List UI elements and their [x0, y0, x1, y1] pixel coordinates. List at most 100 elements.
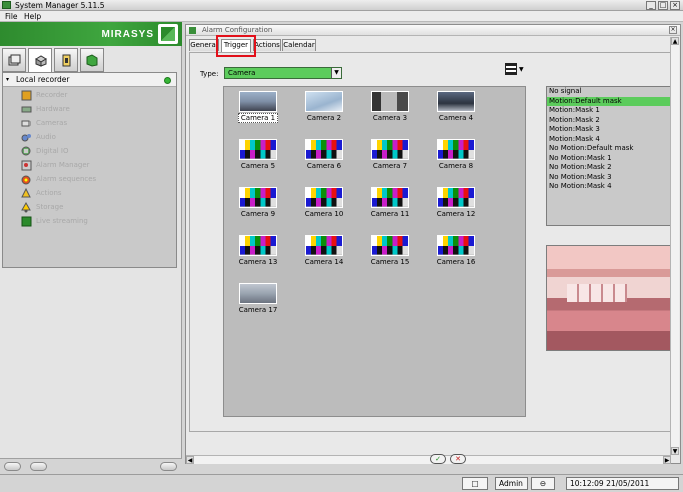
list-item[interactable]: Motion:Mask 3 — [547, 125, 670, 135]
digital-io-icon — [21, 146, 31, 156]
list-item[interactable]: Motion:Default mask — [547, 96, 670, 106]
camera-tile-14[interactable]: Camera 14 — [293, 233, 353, 279]
camera-thumbnail — [239, 187, 277, 208]
tree-item-cameras[interactable]: Cameras — [21, 117, 171, 130]
remove-button[interactable] — [30, 462, 47, 471]
list-item[interactable]: No Motion:Mask 4 — [547, 182, 670, 192]
camera-tile-15[interactable]: Camera 15 — [359, 233, 419, 279]
camera-icon — [21, 120, 31, 127]
camera-thumbnail — [239, 91, 277, 112]
camera-tile-9[interactable]: Camera 9 — [227, 185, 287, 231]
add-button[interactable] — [4, 462, 21, 471]
camera-tile-12[interactable]: Camera 12 — [425, 185, 485, 231]
tree-item-hardware[interactable]: Hardware — [21, 103, 171, 116]
camera-thumbnail — [239, 283, 277, 304]
ok-button[interactable]: ✓ — [430, 454, 446, 464]
list-item[interactable]: Motion:Mask 2 — [547, 116, 670, 126]
scroll-right-icon[interactable]: ▶ — [663, 456, 671, 464]
list-item[interactable]: No Motion:Default mask — [547, 144, 670, 154]
list-item[interactable]: No signal — [547, 87, 670, 97]
dialog-icon — [189, 27, 196, 34]
camera-tile-17[interactable]: Camera 17 — [227, 281, 287, 327]
window-titlebar: System Manager 5.11.5 _ □ × — [0, 0, 683, 11]
scroll-up-icon[interactable]: ▲ — [671, 37, 679, 45]
vertical-scrollbar[interactable]: ▲ ▼ — [670, 37, 679, 455]
camera-tile-13[interactable]: Camera 13 — [227, 233, 287, 279]
menu-help[interactable]: Help — [24, 11, 41, 22]
chevron-down-icon[interactable]: ▼ — [331, 68, 341, 78]
camera-thumbnail — [437, 139, 475, 160]
tab-network[interactable] — [80, 48, 104, 72]
camera-label: Camera 11 — [370, 210, 410, 218]
minimize-button[interactable]: _ — [646, 1, 656, 10]
window-title: System Manager 5.11.5 — [15, 1, 105, 10]
chevron-down-icon: ▼ — [519, 66, 524, 73]
type-dropdown-value: Camera — [228, 69, 256, 77]
menu-bar: File Help — [0, 11, 683, 22]
tree-item-label: Digital IO — [36, 147, 69, 155]
tree-item-label: Recorder — [36, 91, 68, 99]
logout-button[interactable]: ⊖ — [531, 477, 555, 490]
camera-tile-4[interactable]: Camera 4 — [425, 89, 485, 135]
list-item[interactable]: Motion:Mask 1 — [547, 106, 670, 116]
recorder-header[interactable]: ▾ Local recorder — [3, 73, 176, 87]
scroll-left-icon[interactable]: ◀ — [186, 456, 194, 464]
camera-tile-3[interactable]: Camera 3 — [359, 89, 419, 135]
camera-label: Camera 3 — [372, 114, 408, 122]
dialog-close-icon[interactable]: × — [669, 26, 677, 34]
tree-item-alarm-manager[interactable]: Alarm Manager — [21, 159, 171, 172]
trigger-condition-list[interactable]: No signal Motion:Default mask Motion:Mas… — [546, 86, 671, 226]
tree-item-label: Audio — [36, 133, 56, 141]
datetime-field: 10:12:09 21/05/2011 — [566, 477, 679, 490]
live-streaming-icon — [21, 216, 32, 227]
trigger-tab-content: Type: Camera ▼ ▼ Camera 1 Camera 2 Camer… — [189, 52, 674, 432]
recorder-status-icon — [164, 77, 171, 84]
scroll-down-icon[interactable]: ▼ — [671, 447, 679, 455]
cancel-button[interactable]: ✕ — [450, 454, 466, 464]
tree-item-alarm-sequences[interactable]: Alarm sequences — [21, 173, 171, 186]
list-item[interactable]: No Motion:Mask 1 — [547, 154, 670, 164]
expand-button[interactable] — [160, 462, 177, 471]
tree-item-audio[interactable]: Audio — [21, 131, 171, 144]
camera-thumbnail — [305, 187, 343, 208]
list-item[interactable]: No Motion:Mask 3 — [547, 173, 670, 183]
tree-item-digital-io[interactable]: Digital IO — [21, 145, 171, 158]
brand-logo-icon — [158, 24, 178, 44]
tree-item-label: Storage — [36, 203, 64, 211]
tab-calendar[interactable]: Calendar — [282, 39, 316, 51]
camera-tile-8[interactable]: Camera 8 — [425, 137, 485, 183]
alarm-sequence-icon — [21, 175, 31, 185]
camera-tile-1[interactable]: Camera 1 — [227, 89, 287, 135]
camera-tile-5[interactable]: Camera 5 — [227, 137, 287, 183]
camera-tile-2[interactable]: Camera 2 — [293, 89, 353, 135]
list-item[interactable]: Motion:Mask 4 — [547, 135, 670, 145]
maximize-button[interactable]: □ — [658, 1, 668, 10]
tab-system[interactable] — [2, 48, 26, 72]
trigger-tab-highlight — [216, 35, 256, 57]
close-button[interactable]: × — [670, 1, 680, 10]
camera-thumbnail — [305, 139, 343, 160]
tree-item-live-streaming[interactable]: Live streaming — [21, 215, 171, 228]
collapse-icon[interactable]: ▾ — [6, 76, 13, 83]
camera-tile-7[interactable]: Camera 7 — [359, 137, 419, 183]
camera-tile-16[interactable]: Camera 16 — [425, 233, 485, 279]
tree-item-actions[interactable]: Actions — [21, 187, 171, 200]
tab-general[interactable]: General — [189, 39, 219, 51]
tree-item-storage[interactable]: Storage — [21, 201, 171, 214]
camera-thumbnail — [437, 91, 475, 112]
type-dropdown[interactable]: Camera ▼ — [224, 67, 342, 79]
camera-label: Camera 15 — [370, 258, 410, 266]
tab-cameras[interactable] — [28, 48, 52, 73]
camera-tile-10[interactable]: Camera 10 — [293, 185, 353, 231]
tab-security[interactable] — [54, 48, 78, 72]
camera-tile-11[interactable]: Camera 11 — [359, 185, 419, 231]
menu-file[interactable]: File — [5, 11, 18, 22]
grid-layout-button[interactable]: ▼ — [505, 63, 525, 77]
camera-tile-6[interactable]: Camera 6 — [293, 137, 353, 183]
tree-item-recorder[interactable]: Recorder — [21, 89, 171, 102]
camera-preview — [546, 245, 671, 351]
storage-icon — [21, 202, 31, 213]
tab-actions[interactable]: Actions — [253, 39, 281, 51]
camera-thumbnail — [437, 235, 475, 256]
list-item[interactable]: No Motion:Mask 2 — [547, 163, 670, 173]
